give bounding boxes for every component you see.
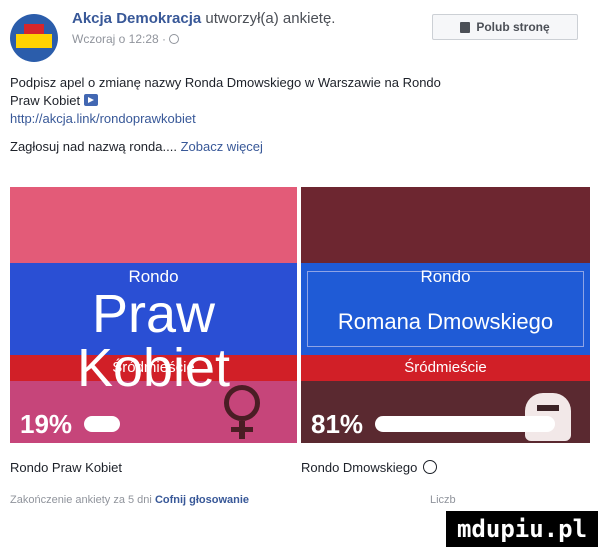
globe-icon (169, 34, 180, 44)
vote-line: Zagłosuj nad nazwą ronda.... Zobacz więc… (10, 138, 590, 156)
vote-bar (375, 416, 555, 432)
option-background-top (301, 187, 590, 263)
sign-name-text: Romana Dmowskiego (337, 309, 554, 334)
sign-name-text: Praw Kobiet (76, 284, 231, 398)
post-link[interactable]: http://akcja.link/rondoprawkobiet (10, 110, 590, 128)
like-page-button[interactable]: Polub stronę (432, 14, 578, 40)
post-meta: Wczoraj o 12:28 · (72, 32, 180, 46)
post-body: Podpisz apel o zmianę nazwy Ronda Dmowsk… (10, 74, 590, 156)
sign-district-text: Śródmieście (404, 359, 487, 376)
vote-text: Zagłosuj nad nazwą ronda.... (10, 139, 177, 154)
option-label-b: Rondo Dmowskiego (301, 460, 418, 475)
option-label-a[interactable]: Rondo Praw Kobiet (10, 460, 122, 475)
venus-fist-icon (224, 385, 260, 421)
page-name-line: Akcja Demokracja utworzył(a) ankietę. (72, 10, 335, 27)
checkmark-icon (423, 460, 438, 474)
post-action: utworzył(a) ankietę. (205, 10, 336, 27)
poll-option-dmowskiego[interactable]: Rondo Romana Dmowskiego Śródmieście 81% (301, 187, 590, 443)
post-text-line-2-text: Praw Kobiet (10, 93, 81, 108)
poll-footer: Zakończenie ankiety za 5 dni Cofnij głos… (10, 494, 590, 506)
option-percent: 19% (20, 409, 73, 439)
sign-top-text: Rondo (420, 267, 471, 286)
vote-bar (84, 416, 120, 432)
see-more-link[interactable]: Zobacz więcej (181, 139, 263, 154)
undo-vote-link[interactable]: Cofnij głosowanie (155, 494, 249, 506)
logo-yellow-bar (16, 34, 52, 48)
akcja-logo[interactable] (10, 14, 58, 62)
logo-red-block (24, 24, 44, 34)
venus-bar (231, 427, 253, 432)
watermark-logo: mdupiu.pl (446, 511, 598, 547)
timestamp[interactable]: Wczoraj o 12:28 · (72, 32, 166, 46)
option-background-top (10, 187, 297, 263)
option-percent: 81% (311, 409, 364, 439)
like-button-label: Polub stronę (476, 20, 550, 34)
poll: Rondo Praw Kobiet Śródmieście 19% Rondo … (10, 187, 590, 443)
post-header: Akcja Demokracja utworzył(a) ankietę. Wc… (10, 8, 590, 62)
post-text-line-1: Podpisz apel o zmianę nazwy Ronda Dmowsk… (10, 75, 441, 90)
vote-count-text: Liczb (430, 494, 456, 506)
post-text-line-2: Praw Kobiet (10, 92, 590, 110)
arrow-icon (84, 94, 99, 106)
poll-ends-text: Zakończenie ankiety za 5 dni (10, 494, 152, 506)
option-label-b-wrap[interactable]: Rondo Dmowskiego (301, 460, 438, 475)
poll-option-praw-kobiet[interactable]: Rondo Praw Kobiet Śródmieście 19% (10, 187, 297, 443)
page-name-link[interactable]: Akcja Demokracja (72, 10, 201, 27)
like-thumb-icon (460, 21, 471, 33)
sign-district-text: Śródmieście (112, 359, 195, 376)
